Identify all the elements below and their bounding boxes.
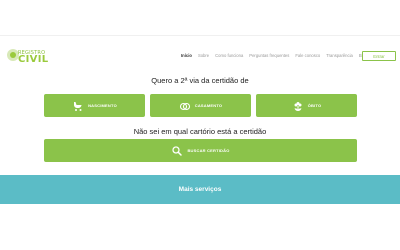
- birth-label: NASCIMENTO: [88, 103, 117, 108]
- death-certificate-button[interactable]: ÓBITO: [256, 94, 357, 117]
- baby-stroller-icon: [74, 101, 82, 111]
- nav-item-fale-conosco[interactable]: Fale conosco: [295, 53, 320, 58]
- wedding-rings-icon: [179, 102, 190, 110]
- flower-icon: [294, 101, 302, 111]
- enter-button[interactable]: Entrar: [362, 51, 396, 61]
- nav-item-como-funciona[interactable]: Como funciona: [215, 53, 243, 58]
- top-blank-bar: [0, 0, 400, 36]
- more-services-band: Mais serviços: [0, 175, 400, 204]
- nav-item-transparencia[interactable]: Transparência: [326, 53, 353, 58]
- death-label: ÓBITO: [307, 103, 322, 108]
- marriage-certificate-button[interactable]: CASAMENTO: [150, 94, 251, 117]
- nav-item-perguntas[interactable]: Perguntas frequentes: [249, 53, 289, 58]
- marriage-label: CASAMENTO: [194, 103, 223, 108]
- certificate-heading: Quero a 2ª via da certidão de: [151, 76, 249, 85]
- nav-item-inicio[interactable]: Início: [181, 53, 192, 58]
- nav-item-sobre[interactable]: Sobre: [198, 53, 209, 58]
- birth-certificate-button[interactable]: NASCIMENTO: [44, 94, 145, 117]
- main-nav: Início Sobre Como funciona Perguntas fre…: [181, 53, 367, 58]
- brand-line2: CIVIL: [18, 54, 49, 65]
- search-certificate-button[interactable]: BUSCAR CERTIDÃO: [44, 139, 357, 162]
- more-services-title: Mais serviços: [178, 186, 222, 193]
- search-icon: [172, 145, 183, 156]
- unknown-registry-heading: Não sei em qual cartório está a certidão: [133, 127, 267, 136]
- search-label: BUSCAR CERTIDÃO: [187, 148, 230, 153]
